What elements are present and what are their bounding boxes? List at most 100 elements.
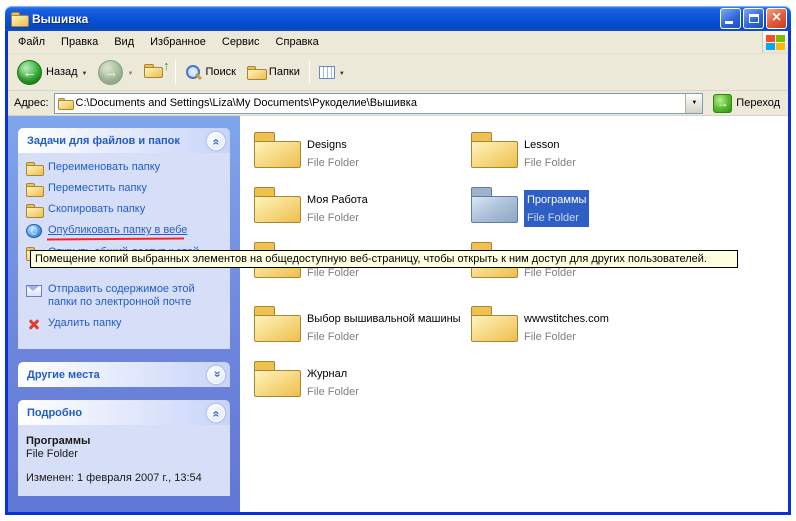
other-places-expand-button[interactable]: [207, 366, 225, 384]
task-label: Опубликовать папку в вебе: [48, 224, 187, 237]
folder-type: File Folder: [524, 157, 576, 169]
close-button[interactable]: [766, 8, 787, 29]
menu-favorites[interactable]: Избранное: [142, 32, 214, 52]
address-combo[interactable]: C:\Documents and Settings\Liza\My Docume…: [54, 93, 704, 114]
folder-view[interactable]: Designs File Folder Lesson File Folder М…: [240, 116, 788, 512]
details-panel-title: Подробно: [27, 407, 82, 419]
folder-item-programmy-selected[interactable]: Программы File Folder: [471, 187, 686, 227]
details-panel: Подробно Программы File Folder Изменен: …: [18, 400, 230, 496]
menu-file[interactable]: Файл: [10, 32, 53, 52]
publish-web-icon: [26, 224, 42, 238]
minimize-button[interactable]: [720, 8, 741, 29]
menu-edit[interactable]: Правка: [53, 32, 106, 52]
explorer-window: Вышивка Файл Правка Вид Избранное Сервис…: [5, 6, 791, 515]
folder-name: Моя Работа: [307, 194, 368, 206]
folder-item-designs[interactable]: Designs File Folder: [254, 132, 469, 171]
menu-help[interactable]: Справка: [268, 32, 327, 52]
delete-icon: [26, 317, 42, 331]
up-arrow-icon: [163, 58, 170, 73]
selected-folder-icon: [471, 187, 516, 221]
folder-item-moya-rabota[interactable]: Моя Работа File Folder: [254, 187, 469, 226]
task-pane: Задачи для файлов и папок Переименовать …: [8, 116, 240, 512]
folder-type: File Folder: [307, 212, 359, 224]
folders-button[interactable]: Папки: [242, 62, 305, 83]
folder-type: File Folder: [307, 386, 359, 398]
task-copy-folder[interactable]: Скопировать папку: [26, 203, 222, 216]
toolbar-separator: [175, 60, 176, 84]
task-move-folder[interactable]: Переместить папку: [26, 182, 222, 195]
forward-icon: [98, 60, 123, 85]
search-label: Поиск: [205, 66, 235, 78]
back-dropdown-icon[interactable]: [82, 66, 88, 78]
address-label: Адрес:: [11, 97, 49, 109]
folder-icon: [254, 187, 299, 221]
toolbar-separator: [309, 60, 310, 84]
forward-dropdown-icon[interactable]: [127, 66, 133, 78]
folder-item-zhurnal[interactable]: Журнал File Folder: [254, 361, 469, 400]
folder-name: Выбор вышивальной машины: [307, 313, 461, 325]
details-item-name: Программы: [26, 435, 222, 447]
details-collapse-button[interactable]: [207, 404, 225, 422]
folder-type: File Folder: [307, 157, 359, 169]
details-panel-body: Программы File Folder Изменен: 1 февраля…: [18, 425, 230, 496]
tasks-panel-header[interactable]: Задачи для файлов и папок: [18, 128, 230, 153]
views-icon: [319, 66, 335, 79]
folders-icon: [247, 66, 265, 79]
folder-item-wwwstitches[interactable]: wwwstitches.com File Folder: [471, 306, 686, 345]
folder-type: File Folder: [307, 267, 359, 279]
main-area: Задачи для файлов и папок Переименовать …: [8, 116, 788, 512]
go-button[interactable]: Переход: [708, 94, 785, 113]
other-places-title: Другие места: [27, 369, 100, 381]
window-controls: [720, 8, 787, 29]
details-item-modified: Изменен: 1 февраля 2007 г., 13:54: [26, 472, 222, 484]
folder-item-lesson[interactable]: Lesson File Folder: [471, 132, 686, 171]
other-places-header[interactable]: Другие места: [18, 362, 230, 387]
task-email-folder[interactable]: Отправить содержимое этой папки по элект…: [26, 283, 222, 309]
folder-name: Программы: [527, 194, 586, 206]
address-folder-icon: [58, 98, 72, 109]
tasks-collapse-button[interactable]: [207, 132, 225, 150]
folder-name: Lesson: [524, 139, 559, 151]
folders-label: Папки: [269, 66, 300, 78]
views-dropdown-icon[interactable]: [339, 66, 345, 78]
rename-folder-icon: [26, 162, 42, 174]
search-button[interactable]: Поиск: [180, 60, 240, 84]
tooltip: Помещение копий выбранных элементов на о…: [30, 250, 738, 268]
task-delete-folder[interactable]: Удалить папку: [26, 317, 222, 331]
up-button[interactable]: [139, 60, 171, 85]
tasks-panel-title: Задачи для файлов и папок: [27, 135, 180, 147]
address-dropdown-button[interactable]: [685, 94, 702, 113]
maximize-button[interactable]: [743, 8, 764, 29]
task-publish-folder-to-web[interactable]: Опубликовать папку в вебе: [26, 224, 222, 238]
task-label: Переименовать папку: [48, 161, 160, 174]
maximize-icon: [749, 14, 759, 23]
back-button[interactable]: Назад: [12, 56, 92, 89]
folder-type: File Folder: [307, 331, 359, 343]
folder-item-vybor-mashiny[interactable]: Выбор вышивальной машины File Folder: [254, 306, 469, 345]
title-bar[interactable]: Вышивка: [5, 6, 791, 31]
task-label: Скопировать папку: [48, 203, 145, 216]
window-frame: Файл Правка Вид Избранное Сервис Справка…: [5, 31, 791, 515]
task-label: Удалить папку: [48, 317, 122, 330]
task-rename-folder[interactable]: Переименовать папку: [26, 161, 222, 174]
move-folder-icon: [26, 183, 42, 195]
folder-type: File Folder: [524, 331, 576, 343]
chevron-up-icon: [210, 138, 222, 143]
forward-button[interactable]: [93, 56, 138, 89]
folder-icon: [254, 361, 299, 395]
task-label: Переместить папку: [48, 182, 147, 195]
email-icon: [26, 283, 42, 297]
folder-icon: [254, 306, 299, 340]
up-folder-icon: [144, 64, 161, 77]
menu-view[interactable]: Вид: [106, 32, 142, 52]
go-icon: [713, 94, 732, 113]
views-button[interactable]: [314, 62, 350, 83]
details-panel-header[interactable]: Подробно: [18, 400, 230, 425]
folder-name: wwwstitches.com: [524, 313, 609, 325]
other-places-panel: Другие места: [18, 362, 230, 387]
folder-name: Designs: [307, 139, 347, 151]
folder-type: File Folder: [527, 212, 579, 224]
chevron-down-icon: [210, 372, 222, 377]
menu-tools[interactable]: Сервис: [214, 32, 268, 52]
window-title: Вышивка: [32, 12, 715, 26]
